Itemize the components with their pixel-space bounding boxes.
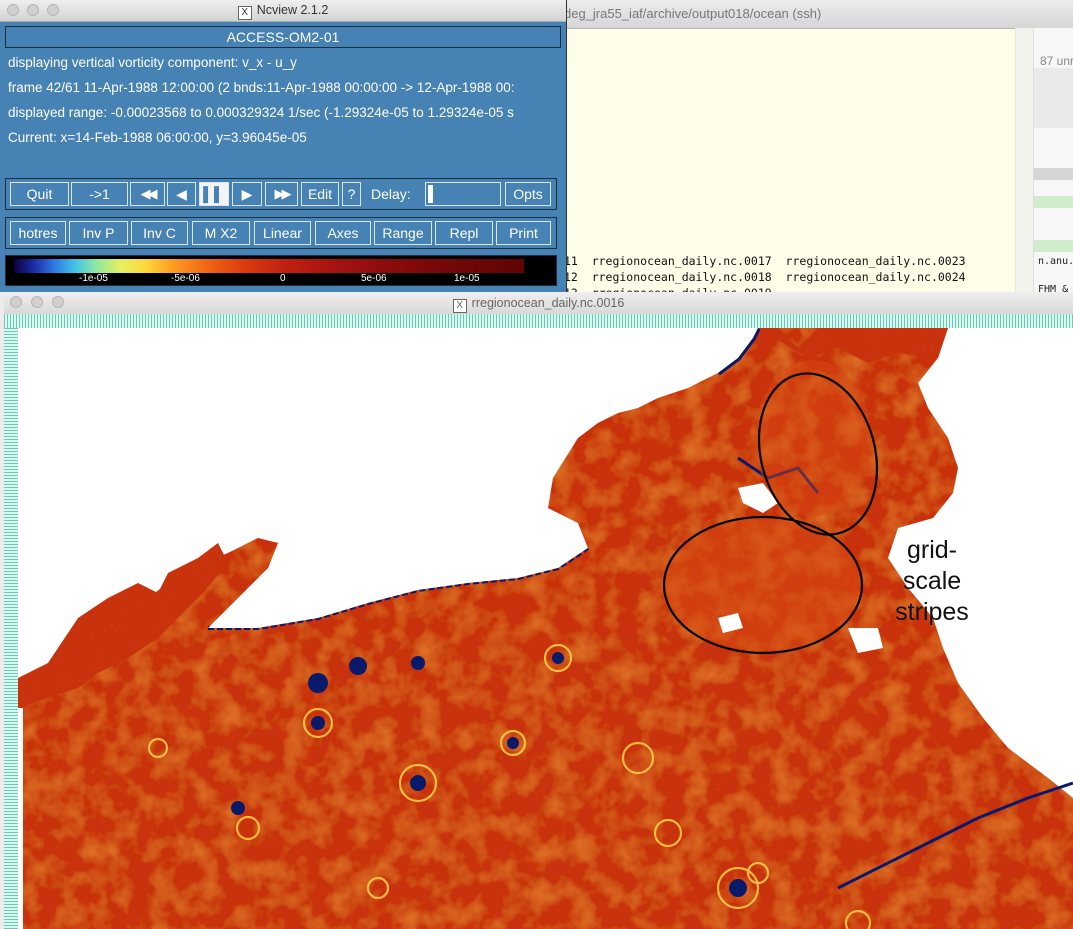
ocean-field [18,328,1073,929]
options-button[interactable]: Opts [505,182,551,206]
edit-button[interactable]: Edit [301,182,339,206]
magnify-button[interactable]: M X2 [192,221,250,245]
delay-label: Delay: [371,186,411,202]
terminal-line: 12 rregionocean_daily.nc.0018 rregionoce… [564,270,966,284]
plot-window: Xrregionocean_daily.nc.0016 grid- scale … [4,292,1073,929]
transform-button[interactable]: Linear [254,221,311,245]
ncview-window-title: Ncview 2.1.2 [256,3,329,17]
playback-controls: Quit ->1 ◀◀ ◀ ▌▌ ▶ ▶▶ Edit ? Delay: Opts [5,178,557,210]
vorticity-map[interactable] [18,328,1073,929]
delay-slider[interactable] [425,182,501,206]
invert-colormap-button[interactable]: Inv C [131,221,188,245]
delay-slider-thumb[interactable] [428,185,433,203]
terminal-titlebar[interactable]: deg_jra55_iaf/archive/output018/ocean (s… [540,0,1073,29]
colorbar-tick-label: 0 [280,273,286,284]
fast-backward-icon[interactable]: ◀◀ [130,182,165,206]
x11-icon: X [237,6,252,20]
display-options: hotres Inv P Inv C M X2 Linear Axes Rang… [5,217,557,249]
help-button[interactable]: ? [342,182,361,206]
annotation-text: grid- scale stripes [892,535,972,628]
plot-title-row: Xrregionocean_daily.nc.0016 [4,296,1073,313]
terminal-scrollbar[interactable] [1015,28,1034,300]
x11-icon: X [452,299,467,313]
step-forward-icon[interactable]: ▶ [232,182,262,206]
colorbar-tick-label: -1e-05 [79,273,108,284]
ncview-control-window: X Ncview 2.1.2 ACCESS-OM2-01 displaying v… [0,0,567,292]
plot-frame [4,328,18,929]
hidden-window-row [1034,240,1073,252]
fast-forward-icon[interactable]: ▶▶ [265,182,298,206]
colorbar-tick-label: -5e-06 [171,273,200,284]
displayed-range: displayed range: -0.00023568 to 0.000329… [8,105,514,120]
axes-button[interactable]: Axes [315,221,371,245]
hidden-window-row [1034,196,1073,208]
colormap-button[interactable]: hotres [10,221,66,245]
partially-hidden-window[interactable]: 87 unre n.anu.ed FHM & [1033,28,1073,300]
pause-icon[interactable]: ▌▌ [199,182,229,206]
plot-frame [4,314,1073,328]
invert-physical-button[interactable]: Inv P [69,221,128,245]
dataset-title: ACCESS-OM2-01 [5,26,561,48]
colorbar[interactable]: -1e-05 -5e-06 0 5e-06 1e-05 [5,255,557,286]
annotation-line: grid- [906,536,957,564]
quit-button[interactable]: Quit [10,182,69,206]
ncview-title-row: X Ncview 2.1.2 [0,3,566,20]
colorbar-tick-label: 1e-05 [454,273,480,284]
colorbar-gradient [14,259,524,273]
current-position: Current: x=14-Feb-1988 06:00:00, y=3.960… [8,130,307,145]
variable-description: displaying vertical vorticity component:… [8,55,297,70]
vorticity-field[interactable] [18,328,1073,929]
annotation-line: stripes [895,598,969,626]
range-button[interactable]: Range [374,221,432,245]
colorbar-tick-label: 5e-06 [361,273,387,284]
plot-titlebar[interactable]: Xrregionocean_daily.nc.0016 [4,292,1073,315]
terminal-line: 11 rregionocean_daily.nc.0017 rregionoce… [564,254,966,268]
ncview-titlebar[interactable]: X Ncview 2.1.2 [0,0,566,22]
step-backward-icon[interactable]: ◀ [167,182,196,206]
hidden-window-text: 87 unre [1040,54,1073,68]
print-button[interactable]: Print [496,221,551,245]
frame-info: frame 42/61 11-Apr-1988 12:00:00 (2 bnds… [8,80,515,95]
terminal-title: deg_jra55_iaf/archive/output018/ocean (s… [564,6,822,21]
hidden-window-text: n.anu.ed [1038,256,1073,267]
annotation-line: scale [902,567,962,595]
hidden-window-row [1034,168,1073,180]
first-frame-button[interactable]: ->1 [71,182,128,206]
hidden-window-panel [1034,68,1073,128]
background-terminal-window[interactable]: deg_jra55_iaf/archive/output018/ocean (s… [540,0,1073,300]
replace-button[interactable]: Repl [435,221,493,245]
plot-window-title: rregionocean_daily.nc.0016 [471,296,625,310]
